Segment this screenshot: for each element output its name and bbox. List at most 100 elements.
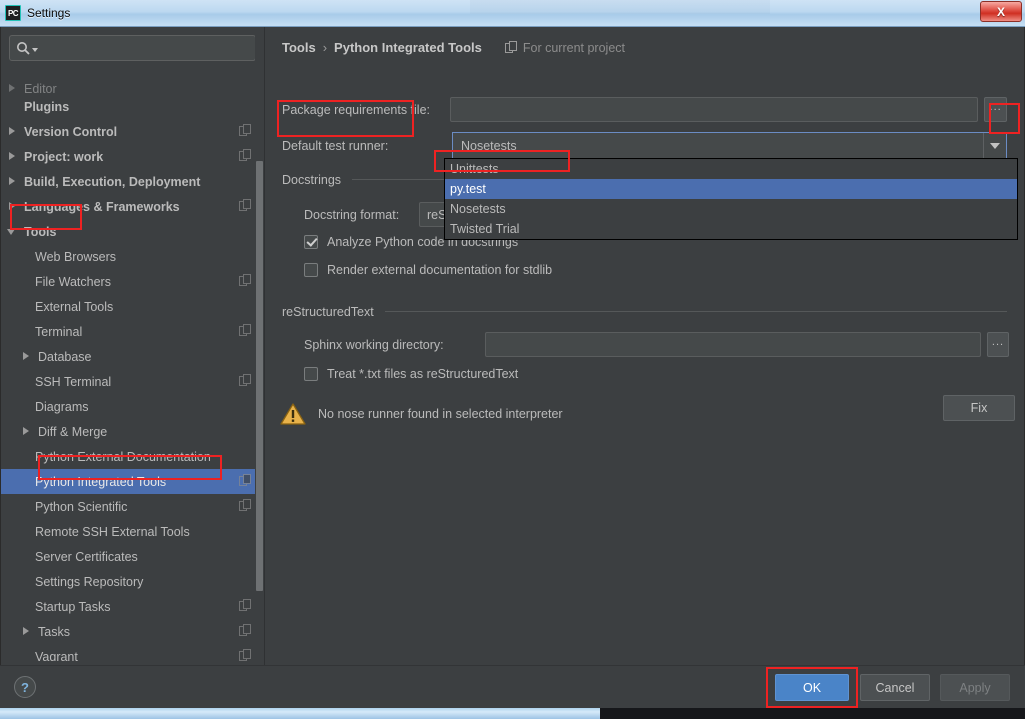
sphinx-directory-browse-button[interactable]: ... <box>986 332 1009 357</box>
tree-item-editor-clipped[interactable]: Editor <box>1 83 264 94</box>
sidebar-item-startup-tasks[interactable]: Startup Tasks <box>1 594 264 619</box>
sidebar-item-tasks[interactable]: Tasks <box>1 619 264 644</box>
breadcrumb-separator: › <box>322 40 328 55</box>
sidebar-item-web-browsers[interactable]: Web Browsers <box>1 244 264 269</box>
warning-message: No nose runner found in selected interpr… <box>318 407 563 421</box>
sidebar-item-external-tools[interactable]: External Tools <box>1 294 264 319</box>
sidebar-item-python-external-documentation[interactable]: Python External Documentation <box>1 444 264 469</box>
fix-button[interactable]: Fix <box>943 395 1015 421</box>
dropdown-option-label: Unittests <box>450 162 499 176</box>
dropdown-option-twisted-trial[interactable]: Twisted Trial <box>445 219 1017 239</box>
copy-icon <box>239 649 252 661</box>
sidebar-scrollbar[interactable] <box>255 27 264 605</box>
sidebar-item-python-scientific[interactable]: Python Scientific <box>1 494 264 519</box>
chevron-right-icon[interactable] <box>21 351 32 362</box>
desktop-background-sliver <box>470 0 770 14</box>
sidebar-item-label: Plugins <box>24 99 70 114</box>
cancel-button[interactable]: Cancel <box>860 674 930 701</box>
chevron-down-icon[interactable] <box>983 133 1006 158</box>
search-input[interactable] <box>38 40 249 56</box>
sphinx-directory-input[interactable] <box>484 332 981 357</box>
sidebar-item-diagrams[interactable]: Diagrams <box>1 394 264 419</box>
dropdown-option-unittests[interactable]: Unittests <box>445 159 1017 179</box>
sidebar-item-label: Terminal <box>35 324 83 339</box>
ok-button[interactable]: OK <box>775 674 849 701</box>
sidebar-item-file-watchers[interactable]: File Watchers <box>1 269 264 294</box>
chevron-right-icon[interactable] <box>7 151 18 162</box>
dropdown-option-py-test[interactable]: py.test <box>445 179 1017 199</box>
render-external-docs-label: Render external documentation for stdlib <box>327 263 553 277</box>
sidebar-item-terminal[interactable]: Terminal <box>1 319 264 344</box>
dropdown-option-label: py.test <box>450 182 486 196</box>
sidebar-item-build-execution-deployment[interactable]: Build, Execution, Deployment <box>1 169 264 194</box>
breadcrumb-root[interactable]: Tools <box>282 40 316 55</box>
treat-txt-row[interactable]: Treat *.txt files as reStructuredText <box>304 367 518 381</box>
sidebar-item-project-work[interactable]: Project: work <box>1 144 264 169</box>
sidebar-scrollbar-thumb[interactable] <box>256 161 263 591</box>
package-requirements-input[interactable] <box>449 97 979 122</box>
copy-icon <box>239 499 252 512</box>
sidebar-item-version-control[interactable]: Version Control <box>1 119 264 144</box>
sidebar-item-label: Python External Documentation <box>35 449 211 464</box>
sidebar-item-label: Diff & Merge <box>38 424 108 439</box>
chevron-right-icon[interactable] <box>7 201 18 212</box>
sidebar-item-label: Tools <box>24 224 57 239</box>
chevron-right-icon[interactable] <box>7 126 18 137</box>
copy-icon <box>239 274 252 287</box>
settings-sidebar: Editor Plugins Version Control Project: wo… <box>1 27 264 665</box>
sidebar-item-vagrant[interactable]: Vagrant <box>1 644 264 661</box>
sidebar-item-database[interactable]: Database <box>1 344 264 369</box>
chevron-right-icon[interactable] <box>21 426 32 437</box>
settings-dialog-window: PC Settings X Editor Plugins Version Con… <box>0 0 1025 719</box>
sidebar-item-label: Database <box>38 349 92 364</box>
sidebar-item-label: Python Integrated Tools <box>35 474 167 489</box>
sidebar-item-server-certificates[interactable]: Server Certificates <box>1 544 264 569</box>
sidebar-item-tools[interactable]: Tools <box>1 219 264 244</box>
dropdown-option-label: Twisted Trial <box>450 222 520 236</box>
sidebar-item-label: Remote SSH External Tools <box>35 524 190 539</box>
default-test-runner-row: Default test runner: Nosetests <box>282 132 1007 159</box>
chevron-down-icon[interactable] <box>7 226 18 237</box>
scope-indicator: For current project <box>504 41 625 55</box>
warning-row: No nose runner found in selected interpr… <box>280 395 1015 426</box>
render-external-docs-row[interactable]: Render external documentation for stdlib <box>304 263 552 277</box>
sidebar-item-label: Python Scientific <box>35 499 128 514</box>
sidebar-item-label: Project: work <box>24 149 104 164</box>
sidebar-item-label: SSH Terminal <box>35 374 112 389</box>
search-box[interactable] <box>9 35 256 61</box>
sidebar-item-settings-repository[interactable]: Settings Repository <box>1 569 264 594</box>
restructuredtext-group-divider <box>385 311 1007 312</box>
dropdown-option-label: Nosetests <box>450 202 506 216</box>
sidebar-item-python-integrated-tools[interactable]: Python Integrated Tools <box>1 469 264 494</box>
sidebar-item-ssh-terminal[interactable]: SSH Terminal <box>1 369 264 394</box>
default-test-runner-combobox[interactable]: Nosetests <box>452 132 1007 159</box>
copy-icon <box>239 149 252 162</box>
test-runner-dropdown-list[interactable]: Unittests py.test Nosetests Twisted Trial <box>444 158 1018 240</box>
sidebar-item-plugins[interactable]: Plugins <box>1 94 264 119</box>
breadcrumb: Tools › Python Integrated Tools For curr… <box>282 40 625 55</box>
package-requirements-row: Package requirements file: ... <box>282 97 1007 122</box>
sphinx-directory-row: Sphinx working directory: ... <box>304 332 1009 357</box>
help-icon[interactable]: ? <box>14 676 36 698</box>
sidebar-item-label: External Tools <box>35 299 114 314</box>
sidebar-item-label: Startup Tasks <box>35 599 111 614</box>
copy-icon <box>239 124 252 137</box>
analyze-docstrings-checkbox[interactable] <box>304 235 318 249</box>
search-container <box>1 27 264 61</box>
sidebar-item-languages-frameworks[interactable]: Languages & Frameworks <box>1 194 264 219</box>
copy-icon <box>239 324 252 337</box>
sidebar-item-diff-merge[interactable]: Diff & Merge <box>1 419 264 444</box>
docstring-format-label: Docstring format: <box>304 207 400 222</box>
treat-txt-checkbox[interactable] <box>304 367 318 381</box>
default-test-runner-label: Default test runner: <box>282 138 389 153</box>
sidebar-item-remote-ssh-external-tools[interactable]: Remote SSH External Tools <box>1 519 264 544</box>
render-external-docs-checkbox[interactable] <box>304 263 318 277</box>
close-icon[interactable]: X <box>980 1 1022 22</box>
dropdown-option-nosetests[interactable]: Nosetests <box>445 199 1017 219</box>
docstrings-group-title: Docstrings <box>282 173 342 187</box>
apply-button: Apply <box>940 674 1010 701</box>
copy-icon <box>239 599 252 612</box>
chevron-right-icon[interactable] <box>7 176 18 187</box>
package-requirements-browse-button[interactable]: ... <box>984 97 1007 122</box>
chevron-right-icon[interactable] <box>21 626 32 637</box>
